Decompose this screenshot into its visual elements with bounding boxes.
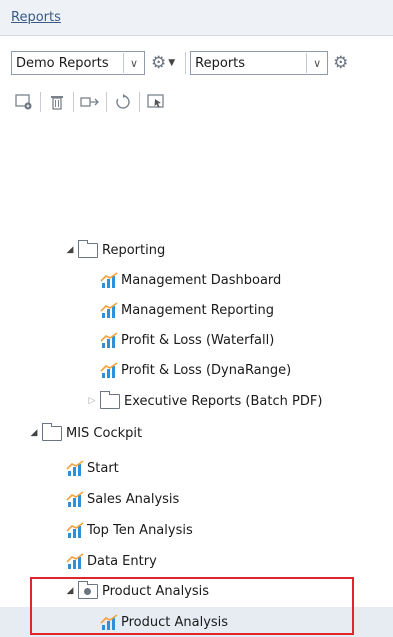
chevron-down-icon[interactable]: ∨	[306, 53, 327, 73]
tree-label: Reporting	[102, 242, 166, 258]
new-report-icon[interactable]	[13, 91, 35, 113]
report-chart-icon	[100, 332, 119, 348]
settings-menu-button[interactable]: ⚙ ▼	[151, 53, 175, 73]
highlight-box	[30, 577, 354, 635]
tree-item-management-reporting[interactable]: Management Reporting	[100, 295, 274, 325]
folder-icon	[100, 390, 120, 409]
toolbar	[0, 86, 393, 118]
tree-label: Management Reporting	[121, 302, 274, 318]
settings-menu-button-2[interactable]: ⚙	[333, 53, 348, 73]
report-group-select-value: Demo Reports	[16, 55, 109, 71]
report-chart-icon	[66, 553, 85, 569]
select-icon[interactable]	[145, 91, 167, 113]
chevron-down-icon[interactable]: ∨	[123, 53, 144, 73]
report-chart-icon	[66, 491, 85, 507]
tree-label: Executive Reports (Batch PDF)	[124, 393, 323, 409]
tree-item-profit-loss-waterfall[interactable]: Profit & Loss (Waterfall)	[100, 325, 274, 355]
tree-item-profit-loss-dynarange[interactable]: Profit & Loss (DynaRange)	[100, 355, 291, 385]
report-chart-icon	[100, 362, 119, 378]
tree-label: Top Ten Analysis	[87, 522, 193, 538]
report-folder-select[interactable]: Reports ∨	[190, 51, 329, 75]
report-folder-select-value: Reports	[195, 55, 246, 71]
folder-icon	[42, 422, 62, 441]
separator	[185, 52, 187, 74]
tree-folder-mis-cockpit[interactable]: ◢ MIS Cockpit	[28, 418, 142, 448]
tree-item-start[interactable]: Start	[66, 453, 119, 483]
separator	[139, 92, 140, 112]
panel-title[interactable]: Reports	[11, 10, 61, 25]
collapsed-arrow-icon[interactable]: ▷	[86, 396, 98, 406]
report-chart-icon	[66, 460, 85, 476]
tree-folder-reporting[interactable]: ◢ Reporting	[64, 235, 165, 265]
expanded-arrow-icon[interactable]: ◢	[28, 428, 40, 438]
separator	[73, 92, 74, 112]
tree-folder-executive-reports[interactable]: ▷ Executive Reports (Batch PDF)	[86, 386, 322, 416]
report-group-select[interactable]: Demo Reports ∨	[11, 51, 145, 75]
report-chart-icon	[100, 272, 119, 288]
tree-label: Start	[87, 460, 119, 476]
report-chart-icon	[66, 522, 85, 538]
expanded-arrow-icon[interactable]: ◢	[64, 245, 76, 255]
delete-icon[interactable]	[46, 91, 68, 113]
separator	[40, 92, 41, 112]
panel-header: Reports	[0, 0, 393, 36]
separator	[106, 92, 107, 112]
selector-row: Demo Reports ∨ ⚙ ▼ Reports ∨ ⚙	[0, 46, 393, 80]
gear-icon: ⚙	[151, 53, 167, 73]
caret-down-icon: ▼	[168, 58, 176, 68]
report-chart-icon	[100, 302, 119, 318]
folder-icon	[78, 239, 98, 258]
tree-label: Data Entry	[87, 553, 157, 569]
tree-label: Sales Analysis	[87, 491, 180, 507]
tree-item-sales-analysis[interactable]: Sales Analysis	[66, 484, 179, 514]
move-icon[interactable]	[79, 91, 101, 113]
tree-label: MIS Cockpit	[66, 425, 143, 441]
tree-item-data-entry[interactable]: Data Entry	[66, 546, 157, 576]
tree-label: Profit & Loss (DynaRange)	[121, 362, 292, 378]
tree-label: Management Dashboard	[121, 272, 282, 288]
tree-item-management-dashboard[interactable]: Management Dashboard	[100, 265, 281, 295]
refresh-icon[interactable]	[112, 91, 134, 113]
gear-icon: ⚙	[333, 53, 349, 73]
tree-label: Profit & Loss (Waterfall)	[121, 332, 275, 348]
